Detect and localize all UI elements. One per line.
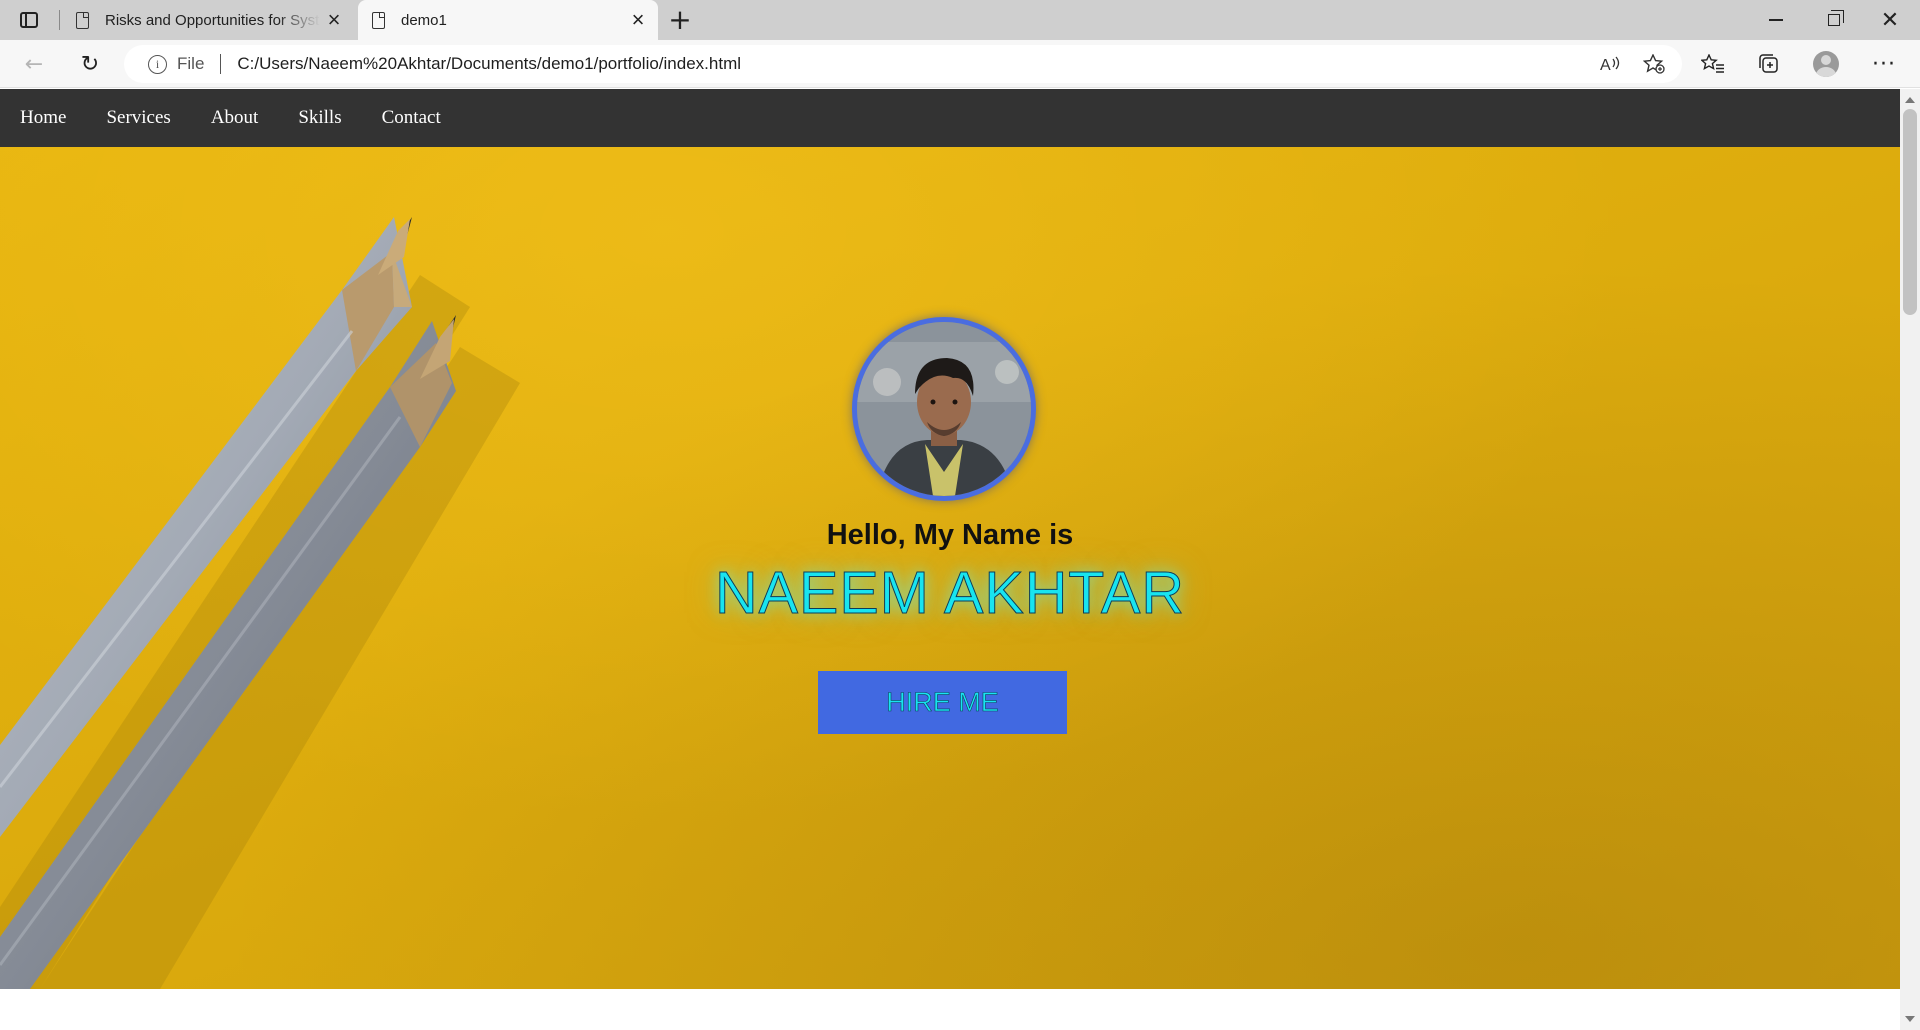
collections-icon[interactable] [1753,48,1785,80]
url-text[interactable]: C:/Users/Naeem%20Akhtar/Documents/demo1/… [237,54,1594,74]
read-aloud-icon[interactable]: A [1594,48,1626,80]
tab-title: Risks and Opportunities for Systems [105,11,320,29]
tab-strip: Risks and Opportunities for Systems × de… [0,0,1920,40]
address-divider [220,54,222,74]
reload-icon[interactable]: ↻ [74,48,106,80]
page-scrollbar[interactable] [1900,89,1920,1030]
minimize-icon[interactable] [1748,0,1804,40]
hire-me-button[interactable]: HIRE ME [818,671,1067,734]
profile-photo [852,317,1036,501]
site-navbar: Home Services About Skills Contact [0,89,1900,147]
hero-greeting: Hello, My Name is [826,519,1074,551]
scheme-label: File [177,54,205,73]
nav-link-about[interactable]: About [211,107,259,129]
tab-title: demo1 [401,11,447,29]
page-icon [76,11,89,29]
page-icon [372,11,385,29]
profile-avatar-icon[interactable] [1810,48,1842,80]
scroll-down-arrow-icon[interactable] [1905,1016,1915,1022]
tab-inactive[interactable]: Risks and Opportunities for Systems × [62,0,354,40]
nav-link-services[interactable]: Services [106,107,170,129]
scroll-up-arrow-icon[interactable] [1905,97,1915,103]
profile-photo-image [857,322,1031,496]
tab-actions-icon[interactable] [18,9,40,31]
close-tab-icon[interactable]: × [624,7,652,33]
tab-active[interactable]: demo1 × [358,0,658,40]
address-bar[interactable]: i File C:/Users/Naeem%20Akhtar/Documents… [124,45,1682,83]
more-options-icon[interactable]: ··· [1868,48,1900,80]
info-icon[interactable]: i [148,54,167,74]
svg-text:A: A [1600,57,1611,73]
scrollbar-thumb[interactable] [1903,109,1917,315]
nav-link-home[interactable]: Home [20,107,66,129]
add-favorite-icon[interactable] [1638,48,1670,80]
hero-section: Hello, My Name is NAEEM AKHTAR HIRE ME [0,147,1900,989]
close-tab-icon[interactable]: × [320,7,348,33]
favorites-icon[interactable] [1697,48,1729,80]
new-tab-icon[interactable]: + [665,4,695,36]
back-arrow-icon[interactable]: ← [18,48,50,80]
page-viewport: Home Services About Skills Contact Hello… [0,89,1900,1030]
restore-icon[interactable] [1806,0,1862,40]
nav-link-skills[interactable]: Skills [298,107,341,129]
close-window-icon[interactable]: ✕ [1862,0,1918,40]
nav-link-contact[interactable]: Contact [382,107,441,129]
hero-name-heading: NAEEM AKHTAR [715,560,1185,627]
toolbar: ← ↻ i File C:/Users/Naeem%20Akhtar/Docum… [0,40,1920,88]
tab-divider [59,10,60,30]
